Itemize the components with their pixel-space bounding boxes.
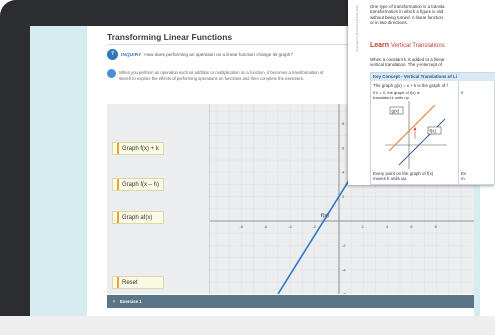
- key-concept-title: Key Concept - Vertical Translations of L…: [371, 73, 495, 81]
- button-label: Graph f(x – h): [122, 181, 160, 188]
- condition-line: translated k units up.: [373, 95, 410, 100]
- g-label: g(x): [392, 109, 400, 114]
- copyright-text: Copyright © McGraw-Hill Education: [355, 4, 359, 52]
- inquiry-label: INQUIRY: [121, 51, 142, 57]
- exercise-label: Exercise 1: [120, 299, 142, 304]
- learn-heading: Learn Vertical Translations: [370, 42, 445, 49]
- footer-line: moves k units up.: [373, 176, 408, 182]
- key-concept-box: Key Concept - Vertical Translations of L…: [370, 72, 495, 185]
- learn-topic: Vertical Translations: [391, 43, 445, 49]
- x-tick-label: 2: [361, 224, 364, 229]
- textbook-page: One type of transformation is a transla …: [348, 0, 495, 185]
- y-tick-labels: 8642-2-4-6-8: [342, 121, 346, 294]
- f-line: [398, 118, 446, 166]
- page-title: Transforming Linear Functions: [107, 32, 233, 42]
- x-tick-label: 8: [435, 224, 438, 229]
- button-accent: [117, 143, 119, 154]
- graph-f-plus-k-button[interactable]: Graph f(x) + k: [112, 142, 164, 155]
- x-tick-label: 6: [410, 224, 413, 229]
- paragraph-line: vertical translation. The y-intercept of: [370, 62, 442, 68]
- explore-icon: [107, 69, 116, 78]
- button-accent: [117, 277, 119, 288]
- button-label: Graph f(x) + k: [122, 145, 159, 152]
- button-accent: [117, 179, 119, 190]
- key-concept-footer-right: Ev m: [461, 171, 466, 182]
- footer-line: m: [461, 176, 465, 182]
- x-tick-label: -4: [288, 224, 292, 229]
- key-concept-statement: The graph g(x) = x + k is the graph of f: [373, 83, 448, 88]
- question-icon: ?: [107, 48, 118, 60]
- button-accent: [117, 212, 119, 223]
- intro-text: One type of transformation is a transla …: [370, 4, 495, 26]
- reset-button[interactable]: Reset: [112, 276, 164, 289]
- y-tick-label: -6: [342, 292, 346, 294]
- paragraph: When a constant k is added to a linear v…: [370, 57, 445, 68]
- intro-line: or in two directions.: [370, 20, 408, 26]
- x-tick-label: -8: [239, 224, 243, 229]
- learn-word: Learn: [370, 42, 390, 49]
- translation-diagram: g(x) f(x): [385, 101, 447, 169]
- arrow-head-icon: [413, 127, 417, 130]
- key-concept-condition: If k > 0, the graph of f(x) is translate…: [373, 90, 420, 100]
- f-label: f(x): [430, 129, 437, 134]
- chevron-right-icon: ›: [113, 298, 115, 305]
- graph-f-minus-h-button[interactable]: Graph f(x – h): [112, 178, 164, 191]
- inquiry-row: ? INQUIRY How does performing an operati…: [107, 48, 293, 60]
- button-label: Reset: [122, 279, 138, 286]
- x-tick-label: -2: [313, 224, 317, 229]
- key-concept-divider: [458, 81, 459, 185]
- button-label: Graph af(x): [122, 214, 153, 221]
- key-concept-footer: Every point on the graph of f(x) moves k…: [373, 171, 433, 182]
- laptop-base: [0, 316, 495, 335]
- inquiry-question: How does performing an operation on a li…: [144, 51, 293, 57]
- graph-af-button[interactable]: Graph af(x): [112, 211, 164, 224]
- left-margin: [30, 26, 87, 316]
- x-tick-label: 4: [386, 224, 389, 229]
- fx-label: f(x): [321, 213, 329, 219]
- x-tick-label: -6: [264, 224, 268, 229]
- exercise-bar[interactable]: › Exercise 1: [107, 295, 474, 308]
- x-tick-labels: -8 -6 -4 -2 2 4 6 8: [239, 224, 437, 229]
- key-concept-right-text: If: [461, 90, 464, 95]
